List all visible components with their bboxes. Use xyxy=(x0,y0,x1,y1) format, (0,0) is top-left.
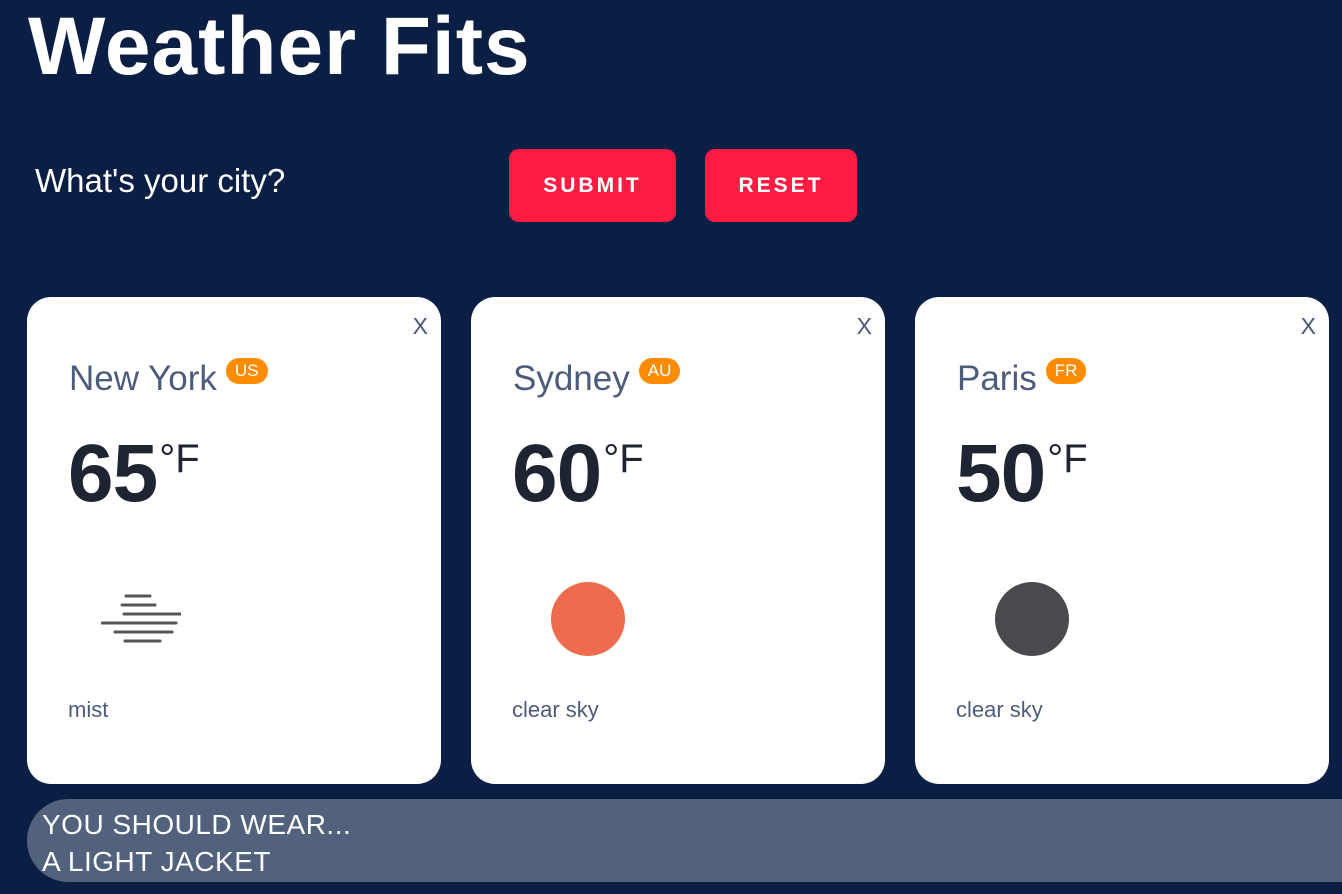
temperature-unit: °F xyxy=(1047,437,1088,481)
close-card-button[interactable]: X xyxy=(413,315,428,338)
clear-sky-day-icon xyxy=(551,582,625,656)
mist-icon xyxy=(101,594,181,643)
weather-card-new-york: X New York US 65 °F mist xyxy=(27,297,441,784)
weather-card-paris: X Paris FR 50 °F clear sky xyxy=(915,297,1329,784)
app-title: Weather Fits xyxy=(28,1,531,92)
clear-sky-night-icon xyxy=(995,582,1069,656)
weather-description: clear sky xyxy=(956,697,1043,722)
close-card-button[interactable]: X xyxy=(857,315,872,338)
temperature: 50 °F xyxy=(956,433,1088,515)
weather-card-sydney: X Sydney AU 60 °F clear sky xyxy=(471,297,885,784)
card-city-heading: Paris FR xyxy=(957,358,1087,399)
temperature-value: 50 xyxy=(956,428,1046,519)
submit-button[interactable]: SUBMIT xyxy=(509,149,676,222)
city-name: New York xyxy=(69,359,217,398)
close-card-button[interactable]: X xyxy=(1301,315,1316,338)
advice-heading: YOU SHOULD WEAR... xyxy=(42,809,352,840)
country-badge: FR xyxy=(1045,358,1087,384)
temperature-unit: °F xyxy=(159,437,200,481)
card-city-heading: Sydney AU xyxy=(513,358,681,399)
temperature: 65 °F xyxy=(68,433,200,515)
weather-description: mist xyxy=(68,697,109,722)
country-badge: US xyxy=(225,358,268,384)
temperature: 60 °F xyxy=(512,433,644,515)
temperature-value: 65 xyxy=(68,428,158,519)
city-prompt: What's your city? xyxy=(35,162,286,199)
clothing-advice-banner: YOU SHOULD WEAR... A LIGHT JACKET xyxy=(27,799,1342,882)
city-name: Paris xyxy=(957,359,1037,398)
temperature-unit: °F xyxy=(603,437,644,481)
temperature-value: 60 xyxy=(512,428,602,519)
country-badge: AU xyxy=(638,358,681,384)
city-name: Sydney xyxy=(513,359,630,398)
reset-button[interactable]: RESET xyxy=(705,149,857,222)
card-city-heading: New York US xyxy=(69,358,268,399)
weather-description: clear sky xyxy=(512,697,599,722)
advice-recommendation: A LIGHT JACKET xyxy=(42,846,271,877)
